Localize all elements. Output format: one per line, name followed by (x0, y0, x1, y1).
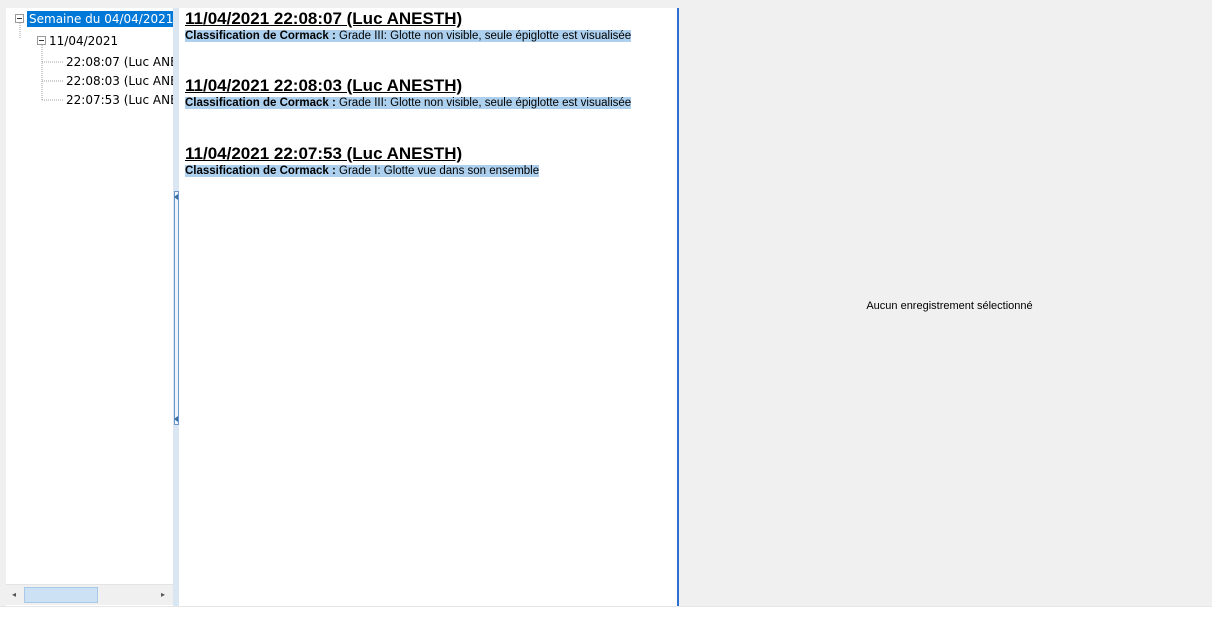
scroll-right-icon[interactable]: ▸ (155, 587, 171, 603)
record-field-value: Grade III: Glotte non visible, seule épi… (339, 30, 632, 42)
tree-horizontal-scrollbar[interactable]: ◂ ▸ (6, 584, 173, 605)
detail-pane: Aucun enregistrement sélectionné (679, 8, 1212, 606)
tree-node-entry-label[interactable]: 22:07:53 (Luc ANESTH) (66, 93, 173, 107)
tree-node-entry[interactable]: 22:08:07 (Luc ANESTH) (66, 53, 173, 71)
record-field-value: Grade I: Glotte vue dans son ensemble (339, 165, 540, 177)
collapse-icon[interactable] (15, 14, 24, 23)
tree-node-entry-label[interactable]: 22:08:07 (Luc ANESTH) (66, 55, 173, 69)
record-field-label: Classification de Cormack : (185, 30, 336, 42)
record-field-label: Classification de Cormack : (185, 97, 336, 109)
record-detail: Classification de Cormack : Grade III: G… (185, 96, 675, 111)
record-entry[interactable]: 11/04/2021 22:08:07 (Luc ANESTH) Classif… (185, 9, 673, 44)
tree-node-entry-label[interactable]: 22:08:03 (Luc ANESTH) (66, 74, 173, 88)
scrollbar-thumb[interactable] (24, 587, 98, 603)
tree-node-entry[interactable]: 22:08:03 (Luc ANESTH) (66, 72, 173, 90)
record-title[interactable]: 11/04/2021 22:07:53 (Luc ANESTH) (185, 144, 673, 164)
tree-node-week[interactable]: Semaine du 04/04/2021 (15, 10, 173, 28)
record-title[interactable]: 11/04/2021 22:08:07 (Luc ANESTH) (185, 9, 673, 29)
main-frame: Semaine du 04/04/2021 11/04/2021 22:08:0… (6, 8, 1212, 606)
record-list[interactable]: 11/04/2021 22:08:07 (Luc ANESTH) Classif… (179, 8, 679, 606)
record-entry[interactable]: 11/04/2021 22:07:53 (Luc ANESTH) Classif… (185, 144, 673, 179)
collapse-icon[interactable] (37, 36, 46, 45)
status-bar (0, 606, 1212, 629)
scroll-left-icon[interactable]: ◂ (6, 587, 22, 603)
record-tree[interactable]: Semaine du 04/04/2021 11/04/2021 22:08:0… (6, 8, 174, 606)
empty-selection-message: Aucun enregistrement sélectionné (866, 300, 1033, 312)
tree-node-day[interactable]: 11/04/2021 (37, 32, 118, 50)
record-field-label: Classification de Cormack : (185, 165, 336, 177)
tree-node-week-label[interactable]: Semaine du 04/04/2021 (27, 11, 173, 27)
record-detail: Classification de Cormack : Grade III: G… (185, 29, 675, 44)
record-entry[interactable]: 11/04/2021 22:08:03 (Luc ANESTH) Classif… (185, 76, 673, 111)
record-field-value: Grade III: Glotte non visible, seule épi… (339, 97, 632, 109)
record-detail: Classification de Cormack : Grade I: Glo… (185, 164, 675, 179)
tree-node-day-label[interactable]: 11/04/2021 (49, 34, 118, 48)
record-title[interactable]: 11/04/2021 22:08:03 (Luc ANESTH) (185, 76, 673, 96)
tree-node-entry[interactable]: 22:07:53 (Luc ANESTH) (66, 91, 173, 109)
